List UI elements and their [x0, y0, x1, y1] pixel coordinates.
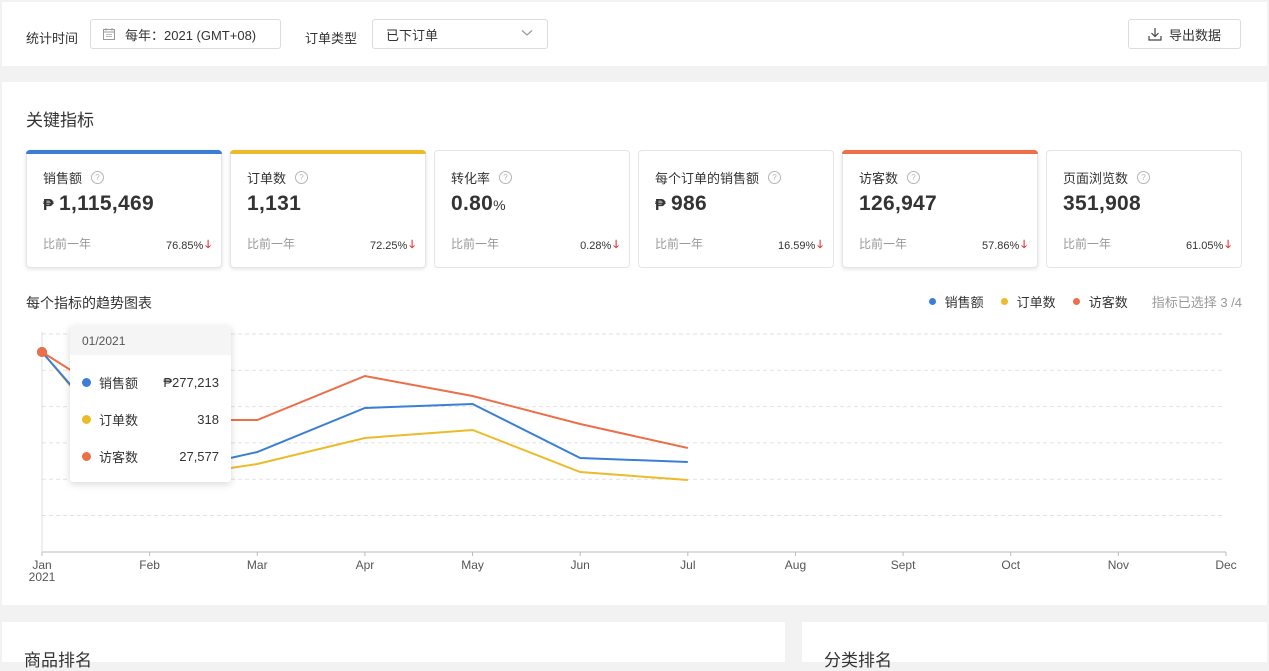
period-value: 每年：2021 (GMT+08): [125, 27, 257, 43]
product-ranking-panel: 商品排名: [2, 622, 785, 670]
tooltip-label: 订单数: [99, 412, 139, 428]
x-tick-label: Jun: [571, 558, 590, 572]
x-tick-label: May: [461, 558, 484, 572]
x-tick-label: Apr: [356, 558, 375, 572]
order-type-value: 已下订单: [386, 27, 439, 43]
order-type-select[interactable]: 已下订单: [372, 19, 548, 49]
chart-tooltip: 01/2021 销售额 ₱277,213 订单数 318 访客数 27,577: [70, 326, 231, 482]
x-tick-label: Jul: [680, 558, 695, 572]
tooltip-date: 01/2021: [70, 326, 231, 355]
x-tick-label: Mar: [247, 558, 268, 572]
x-tick-label: Nov: [1108, 558, 1129, 572]
x-year-label: 2021: [29, 570, 56, 584]
tooltip-dot-icon: [82, 414, 91, 424]
tooltip-label: 访客数: [99, 449, 139, 465]
period-label: 统计时间: [26, 31, 79, 46]
chevron-down-icon: [521, 30, 533, 36]
tooltip-dot-icon: [82, 451, 91, 461]
series-point: [37, 347, 47, 357]
tooltip-value: 318: [197, 411, 219, 427]
product-ranking-title: 商品排名: [24, 651, 92, 670]
period-date-picker[interactable]: 每年：2021 (GMT+08): [90, 19, 281, 49]
export-label: 导出数据: [1168, 27, 1221, 43]
tooltip-dot-icon: [82, 377, 91, 387]
tooltip-row: 销售额 ₱277,213: [82, 373, 219, 391]
x-tick-label: Oct: [1001, 558, 1020, 572]
x-tick-label: Dec: [1215, 558, 1236, 572]
tooltip-value: ₱277,213: [163, 374, 219, 390]
calendar-icon: [103, 28, 115, 40]
order-type-label: 订单类型: [305, 31, 358, 46]
x-tick-label: Feb: [139, 558, 160, 572]
filter-bar: 统计时间 每年：2021 (GMT+08) 订单类型 已下订单 导出数据: [2, 2, 1267, 66]
tooltip-value: 27,577: [179, 448, 219, 464]
category-ranking-panel: 分类排名: [802, 622, 1267, 670]
export-data-button[interactable]: 导出数据: [1128, 19, 1241, 49]
key-metrics-panel: 关键指标 销售额? ₱ 1,115,469 比前一年 76.85% 🡓 订单数? 1,131 比…: [2, 82, 1267, 605]
x-tick-label: Aug: [785, 558, 806, 572]
tooltip-row: 访客数 27,577: [82, 447, 219, 465]
tooltip-label: 销售额: [99, 375, 139, 391]
x-tick-label: Sept: [891, 558, 916, 572]
download-icon: [1148, 28, 1162, 41]
tooltip-row: 订单数 318: [82, 410, 219, 428]
category-ranking-title: 分类排名: [824, 651, 892, 670]
